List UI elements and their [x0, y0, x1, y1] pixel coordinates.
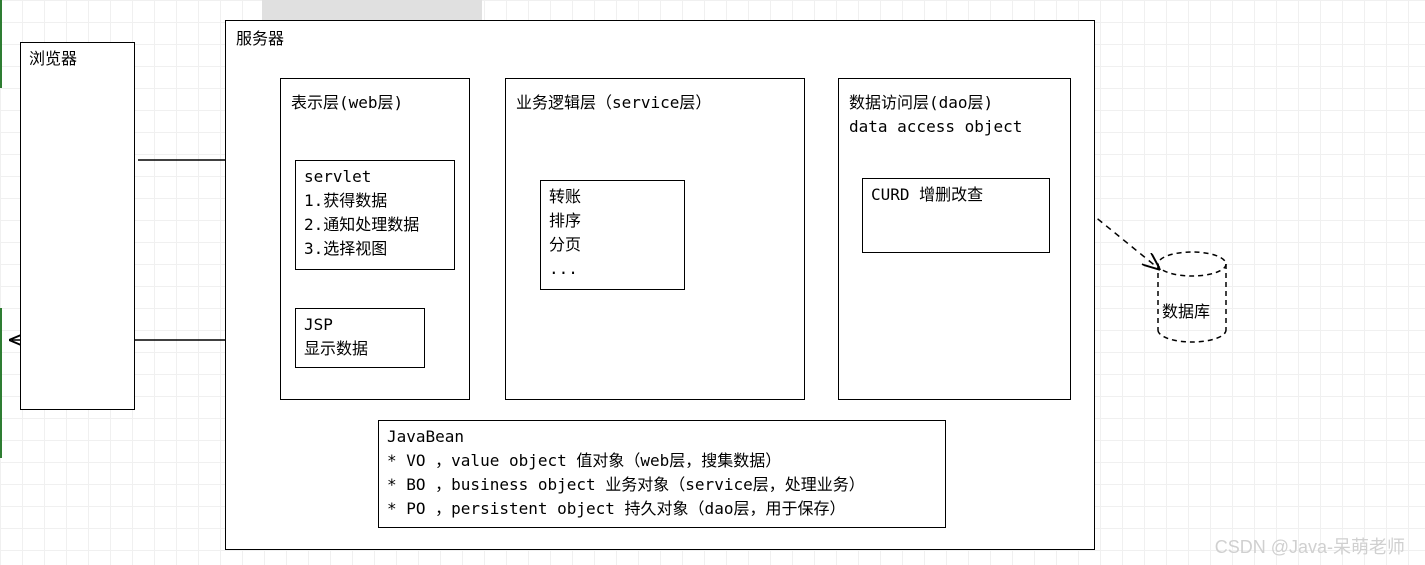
green-edge-bottom — [0, 308, 2, 458]
service-ops-box: 转账 排序 分页 ... — [540, 180, 685, 290]
servlet-box: servlet 1.获得数据 2.通知处理数据 3.选择视图 — [295, 160, 455, 270]
selected-cells-strip — [262, 0, 482, 22]
browser-label: 浏览器 — [29, 47, 126, 71]
dao-layer-title: 数据访问层(dao层) data access object — [849, 91, 1060, 139]
browser-box: 浏览器 — [20, 42, 135, 410]
dao-curd-box: CURD 增删改查 — [862, 178, 1050, 253]
watermark-text: CSDN @Java-呆萌老师 — [1215, 533, 1405, 559]
database-label: 数据库 — [1162, 298, 1210, 322]
green-edge-top — [0, 0, 2, 88]
service-layer-title: 业务逻辑层（service层） — [516, 91, 794, 115]
javabean-box: JavaBean * VO ，value object 值对象（web层，搜集数… — [378, 420, 946, 528]
web-layer-title: 表示层(web层) — [291, 91, 459, 115]
server-label: 服务器 — [236, 27, 1084, 51]
jsp-box: JSP 显示数据 — [295, 308, 425, 368]
